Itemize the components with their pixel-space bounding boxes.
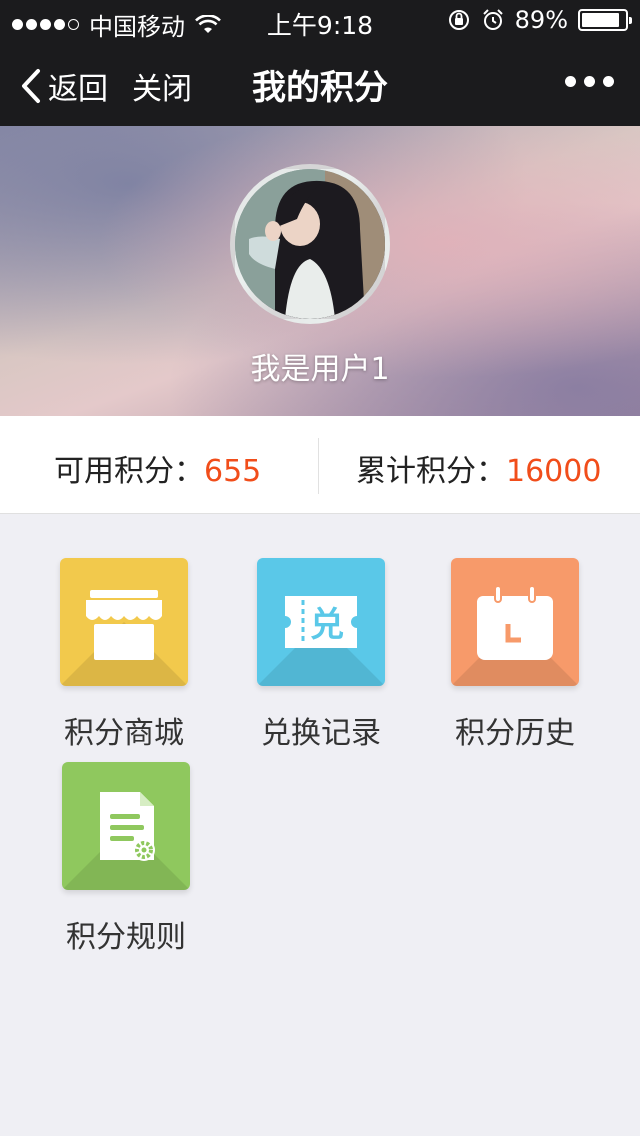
battery-percent: 89% bbox=[514, 6, 568, 34]
battery-icon bbox=[578, 9, 632, 31]
menu-item-points-history[interactable]: 积分历史 bbox=[415, 558, 615, 752]
document-settings-icon bbox=[100, 792, 155, 861]
available-points-value: 655 bbox=[204, 454, 262, 489]
menu-item-points-rules[interactable]: 积分规则 bbox=[26, 762, 226, 956]
username: 我是用户1 bbox=[250, 352, 390, 387]
menu-item-label: 积分历史 bbox=[455, 716, 575, 751]
menu-item-points-store[interactable]: 积分商城 bbox=[24, 558, 224, 752]
avatar[interactable] bbox=[230, 164, 390, 324]
menu-item-label: 兑换记录 bbox=[261, 716, 381, 751]
profile-banner: 我是用户1 bbox=[0, 126, 640, 416]
rotation-lock-icon bbox=[448, 10, 469, 30]
points-divider bbox=[318, 438, 319, 494]
menu-item-label: 积分商城 bbox=[64, 716, 184, 751]
store-tile bbox=[60, 558, 188, 686]
more-options-button[interactable] bbox=[565, 76, 614, 87]
store-icon bbox=[86, 590, 162, 660]
ticket-icon: 兑 bbox=[285, 596, 357, 648]
ticket-tile: 兑 bbox=[257, 558, 385, 686]
more-dot-icon bbox=[565, 76, 576, 87]
nav-bar: 返回 关闭 我的积分 bbox=[0, 40, 640, 126]
more-dot-icon bbox=[584, 76, 595, 87]
available-points-label: 可用积分： bbox=[54, 454, 204, 489]
total-points-value: 16000 bbox=[506, 454, 602, 489]
available-points: 可用积分：655 bbox=[54, 446, 261, 490]
status-right: 89% bbox=[447, 6, 632, 34]
back-label: 返回 bbox=[48, 72, 108, 107]
points-summary: 可用积分：655 累计积分：16000 bbox=[0, 416, 640, 514]
menu-item-label: 积分规则 bbox=[66, 920, 186, 955]
status-bar: 中国移动 上午9:18 89% bbox=[0, 0, 640, 41]
close-button[interactable]: 关闭 bbox=[132, 64, 192, 108]
rules-tile bbox=[62, 762, 190, 890]
alarm-icon bbox=[482, 9, 503, 30]
calendar-tile bbox=[451, 558, 579, 686]
back-button[interactable]: 返回 bbox=[20, 64, 108, 108]
chevron-left-icon bbox=[22, 69, 40, 103]
battery-level bbox=[582, 13, 620, 27]
ticket-char: 兑 bbox=[310, 605, 344, 645]
total-points: 累计积分：16000 bbox=[356, 446, 601, 490]
more-dot-icon bbox=[603, 76, 614, 87]
avatar-image bbox=[235, 169, 385, 319]
calendar-icon bbox=[477, 585, 553, 660]
menu-item-exchange-record[interactable]: 兑 兑换记录 bbox=[221, 558, 421, 752]
page-title: 我的积分 bbox=[252, 68, 388, 108]
total-points-label: 累计积分： bbox=[356, 454, 506, 489]
